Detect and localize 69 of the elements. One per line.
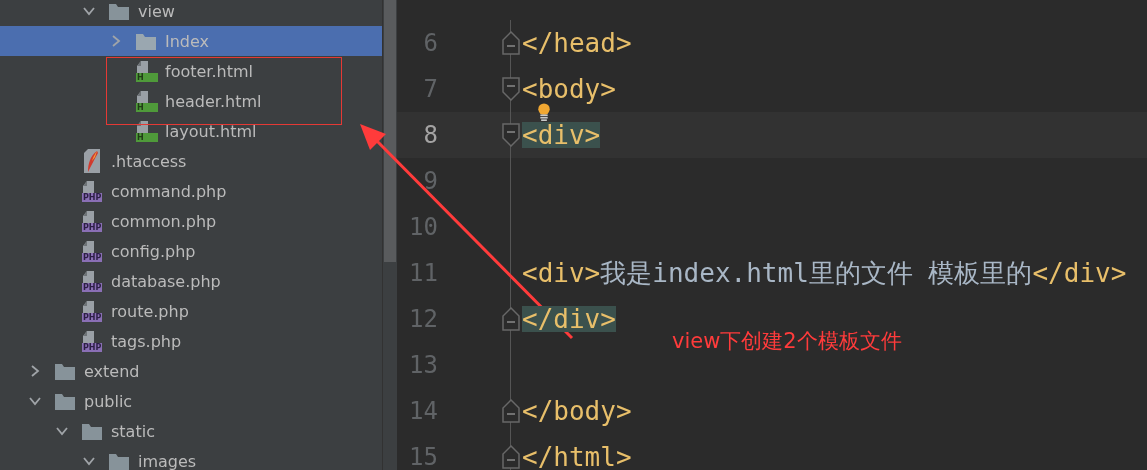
line-number: 6: [422, 29, 438, 57]
fold-end-icon[interactable]: [502, 307, 520, 331]
page-icon: [82, 180, 96, 193]
tree-item[interactable]: PHP config.php: [0, 236, 382, 266]
page-icon: [82, 330, 96, 343]
tree-item[interactable]: PHP tags.php: [0, 326, 382, 356]
folder-icon: [136, 32, 156, 50]
page-icon: [82, 240, 96, 253]
line-number: 12: [408, 305, 438, 333]
line-number: 8: [422, 121, 438, 149]
tree-item[interactable]: PHP database.php: [0, 266, 382, 296]
page-icon: [82, 300, 96, 313]
fold-end-icon[interactable]: [502, 445, 520, 469]
line-number: 7: [422, 75, 438, 103]
page-icon: [136, 90, 150, 103]
file-badge: PHP: [82, 222, 103, 232]
file-badge: PHP: [82, 252, 103, 262]
matched-tag: </div>: [522, 306, 616, 332]
folder-icon: [55, 362, 75, 380]
file-badge: PHP: [82, 192, 103, 202]
line-number: 11: [408, 259, 438, 287]
page-icon: [136, 60, 150, 73]
fold-end-icon[interactable]: [502, 399, 520, 423]
tree-item[interactable]: .htaccess: [0, 146, 382, 176]
page-icon: [82, 270, 96, 283]
fold-end-icon[interactable]: [502, 31, 520, 55]
file-badge: H: [136, 102, 158, 112]
scrollbar[interactable]: [382, 0, 397, 470]
line-number: 14: [408, 397, 438, 425]
tree-item[interactable]: PHP common.php: [0, 206, 382, 236]
line-number: 9: [422, 167, 438, 195]
fold-start-icon[interactable]: [502, 77, 520, 101]
tree-item[interactable]: PHP command.php: [0, 176, 382, 206]
file-badge: PHP: [82, 342, 103, 352]
code-tag: </html>: [522, 444, 632, 470]
folder-icon: [55, 392, 75, 410]
file-badge: PHP: [82, 312, 103, 322]
folder-icon: [109, 452, 129, 470]
tree-item[interactable]: view: [0, 0, 382, 26]
annotation-text: view下创建2个模板文件: [672, 328, 902, 355]
code-tag: <div>: [522, 260, 601, 286]
tree-item[interactable]: images: [0, 446, 382, 470]
lightbulb-icon[interactable]: [537, 103, 551, 121]
page-icon: [82, 210, 96, 223]
tree-item[interactable]: H header.html: [0, 86, 382, 116]
tree-item[interactable]: public: [0, 386, 382, 416]
line-number: 13: [408, 351, 438, 379]
code-tag: </body>: [522, 398, 632, 424]
tree-item[interactable]: H footer.html: [0, 56, 382, 86]
code-tag: <body>: [522, 76, 616, 102]
feather-file-icon: [82, 148, 102, 174]
tree-item[interactable]: extend: [0, 356, 382, 386]
code-tag: </head>: [522, 30, 632, 56]
page-icon: [136, 120, 150, 133]
file-badge: H: [136, 132, 158, 142]
file-badge: PHP: [82, 282, 103, 292]
line-number: 15: [408, 443, 438, 470]
code-tag: </div>: [1032, 260, 1127, 286]
scrollbar-thumb[interactable]: [384, 0, 396, 262]
file-badge: H: [136, 72, 158, 82]
tree-item[interactable]: PHP route.php: [0, 296, 382, 326]
folder-icon: [82, 422, 102, 440]
tree-item[interactable]: static: [0, 416, 382, 446]
fold-start-icon[interactable]: [502, 123, 520, 147]
code-text: 我是index.html里的文件 模板里的: [600, 260, 1033, 286]
tree-item[interactable]: H layout.html: [0, 116, 382, 146]
folder-icon: [109, 2, 129, 20]
matched-tag: <div>: [522, 122, 601, 148]
line-number: 10: [408, 213, 438, 241]
